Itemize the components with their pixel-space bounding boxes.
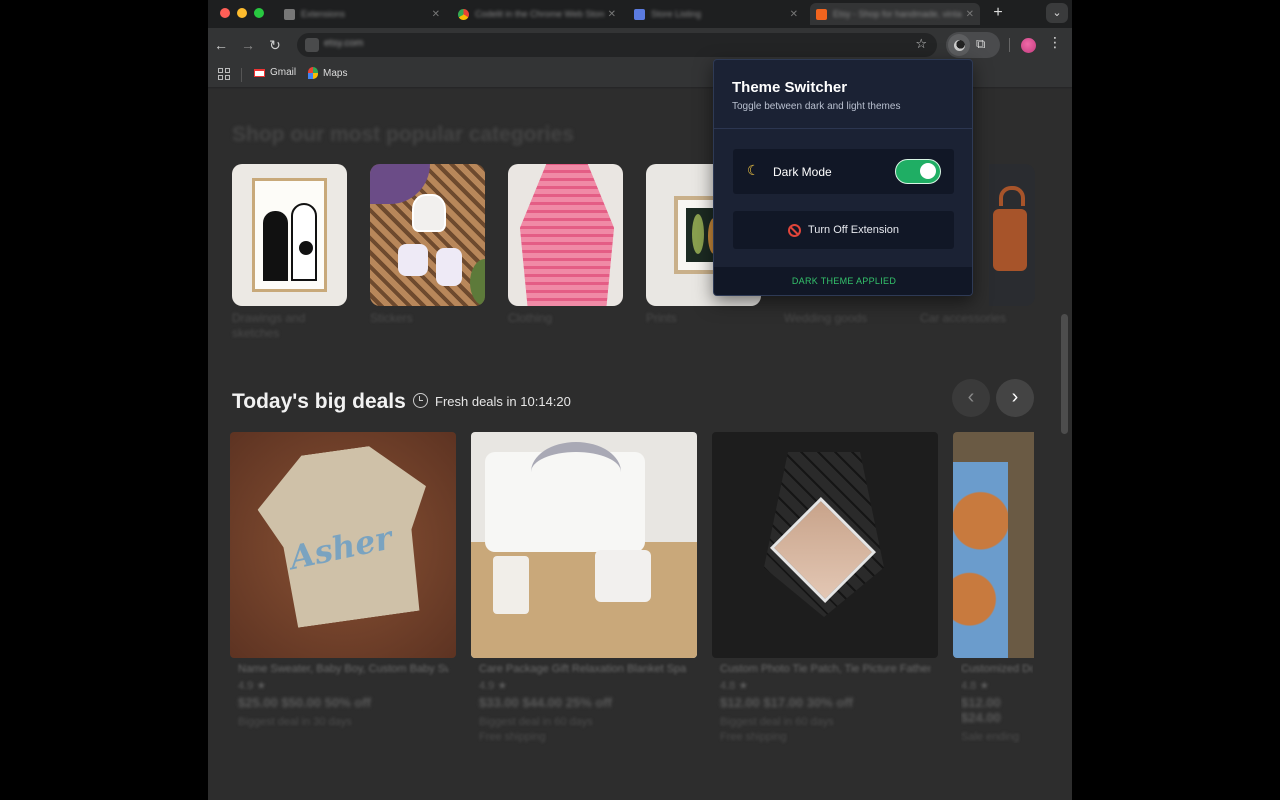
- close-window-button[interactable]: [220, 8, 230, 18]
- category-label: Stickers: [370, 311, 413, 325]
- deal-card-spa-box[interactable]: [471, 432, 697, 658]
- apps-grid-icon[interactable]: [218, 68, 230, 80]
- tab-web-store[interactable]: Codelit in the Chrome Web Store ✕: [452, 3, 622, 25]
- category-label: Drawings and sketches: [232, 311, 306, 340]
- deals-title: Today's big deals: [232, 390, 406, 413]
- maps-icon: [308, 67, 318, 79]
- deal-info: Care Package Gift Relaxation Blanket Spa…: [479, 663, 689, 743]
- prohibited-icon: [787, 223, 801, 237]
- dog-socks-image: [953, 462, 1008, 658]
- bookmark-gmail[interactable]: Gmail: [254, 67, 296, 78]
- toolbar-divider: [1009, 38, 1010, 52]
- clock-icon: [413, 393, 428, 408]
- deal-title[interactable]: Name Sweater, Baby Boy, Custom Baby Swea…: [238, 663, 448, 675]
- deal-shipping: Free shipping: [479, 731, 546, 743]
- deal-note: Sale ending: [961, 731, 1020, 743]
- popup-subtitle: Toggle between dark and light themes: [732, 101, 901, 112]
- deal-info: Customized Dog Face Socks 4.8 ★ $12.00 $…: [961, 663, 1033, 743]
- forward-button[interactable]: →: [237, 35, 259, 55]
- deal-price: $12.00 $24.00: [961, 695, 1001, 725]
- theme-switcher-extension-button[interactable]: [948, 34, 970, 56]
- deal-info: Name Sweater, Baby Boy, Custom Baby Swea…: [238, 663, 448, 728]
- close-tab-icon[interactable]: ✕: [608, 9, 616, 20]
- tab-etsy[interactable]: Etsy - Shop for handmade, vintage ✕: [810, 3, 980, 25]
- toggle-knob: [920, 163, 936, 179]
- lavender-sticker-image: [412, 194, 446, 232]
- deals-next-button[interactable]: ›: [996, 379, 1034, 417]
- gmail-icon: [254, 68, 265, 77]
- category-drawings[interactable]: [232, 164, 347, 306]
- close-tab-icon[interactable]: ✕: [790, 9, 798, 20]
- bookmark-star-icon[interactable]: ☆: [915, 36, 927, 52]
- deal-rating: 4.8 ★: [720, 680, 749, 692]
- page-scrollbar[interactable]: [1061, 314, 1068, 434]
- tab-extensions[interactable]: Extensions ✕: [278, 3, 446, 25]
- puzzle-icon: [284, 8, 295, 20]
- dark-mode-label: Dark Mode: [773, 165, 832, 179]
- deal-rating: 4.9 ★: [238, 680, 267, 692]
- theme-switcher-popup: Theme Switcher Toggle between dark and l…: [713, 59, 973, 296]
- chrome-icon: [458, 8, 469, 20]
- tab-search-button[interactable]: ⌄: [1046, 3, 1068, 23]
- maximize-window-button[interactable]: [254, 8, 264, 18]
- deal-price: $33.00 $44.00 25% off: [479, 695, 612, 710]
- theme-status-bar: DARK THEME APPLIED: [714, 267, 972, 295]
- turn-off-extension-button[interactable]: Turn Off Extension: [733, 211, 954, 249]
- deal-card-dog-socks[interactable]: [953, 432, 1034, 658]
- popup-title: Theme Switcher: [732, 79, 848, 96]
- puzzle-icon[interactable]: ⧉: [976, 36, 985, 52]
- category-label: Clothing: [508, 311, 553, 325]
- popup-divider: [714, 128, 972, 129]
- half-moon-icon: [953, 39, 965, 51]
- deal-card-sweater[interactable]: Asher: [230, 432, 456, 658]
- deal-card-photo-tie[interactable]: [712, 432, 938, 658]
- category-label: Prints: [646, 311, 677, 325]
- deal-note: Biggest deal in 30 days: [238, 716, 352, 728]
- category-car-accessories[interactable]: [989, 164, 1035, 306]
- moon-icon: ☾: [747, 162, 760, 178]
- site-info-icon[interactable]: [305, 38, 319, 52]
- deal-price: $25.00 $50.00 50% off: [238, 695, 371, 710]
- framed-print-image: [252, 178, 327, 292]
- deal-title[interactable]: Care Package Gift Relaxation Blanket Spa…: [479, 663, 689, 675]
- profile-avatar[interactable]: [1021, 38, 1036, 53]
- category-stickers[interactable]: [370, 164, 485, 306]
- deals-prev-button[interactable]: ‹: [952, 379, 990, 417]
- tab-strip: Extensions ✕ Codelit in the Chrome Web S…: [208, 0, 1072, 28]
- deal-title[interactable]: Customized Dog Face Socks: [961, 663, 1033, 675]
- bookmarks-divider: [241, 68, 242, 82]
- more-menu-icon[interactable]: ⋮: [1048, 34, 1062, 51]
- deal-note: Biggest deal in 60 days: [479, 716, 593, 728]
- deal-shipping: Free shipping: [720, 731, 787, 743]
- deals-timer: Fresh deals in 10:14:20: [435, 394, 571, 409]
- category-clothing[interactable]: [508, 164, 623, 306]
- leather-bag-image: [993, 209, 1027, 271]
- dark-mode-toggle[interactable]: [895, 159, 941, 184]
- dark-mode-row: ☾ Dark Mode: [733, 149, 954, 194]
- reload-button[interactable]: ↻: [264, 35, 286, 55]
- category-label: Car accessories: [920, 311, 1007, 325]
- tab-store-listing[interactable]: Store Listing ✕: [628, 3, 804, 25]
- back-button[interactable]: ←: [210, 35, 232, 55]
- deal-info: Custom Photo Tie Patch, Tie Picture Fath…: [720, 663, 930, 743]
- deal-rating: 4.9 ★: [479, 680, 508, 692]
- minimize-window-button[interactable]: [237, 8, 247, 18]
- deal-price: $12.00 $17.00 30% off: [720, 695, 853, 710]
- categories-heading: Shop our most popular categories: [232, 123, 574, 146]
- bookmark-maps[interactable]: Maps: [308, 67, 347, 79]
- close-tab-icon[interactable]: ✕: [432, 9, 440, 20]
- extensions-group: ⧉: [946, 32, 1000, 58]
- pink-dress-image: [520, 164, 614, 306]
- turn-off-label: Turn Off Extension: [807, 224, 900, 236]
- address-bar[interactable]: etsy.com ☆: [297, 33, 937, 57]
- category-label: Wedding goods: [784, 311, 868, 325]
- etsy-icon: [816, 8, 827, 20]
- toolbar: ← → ↻ etsy.com ☆ ⧉ ⋮: [208, 28, 1072, 62]
- store-icon: [634, 8, 645, 20]
- deal-title[interactable]: Custom Photo Tie Patch, Tie Picture Fath…: [720, 663, 930, 675]
- new-tab-button[interactable]: +: [988, 4, 1008, 24]
- close-tab-icon[interactable]: ✕: [966, 9, 974, 20]
- deal-rating: 4.8 ★: [961, 680, 990, 692]
- deal-note: Biggest deal in 60 days: [720, 716, 834, 728]
